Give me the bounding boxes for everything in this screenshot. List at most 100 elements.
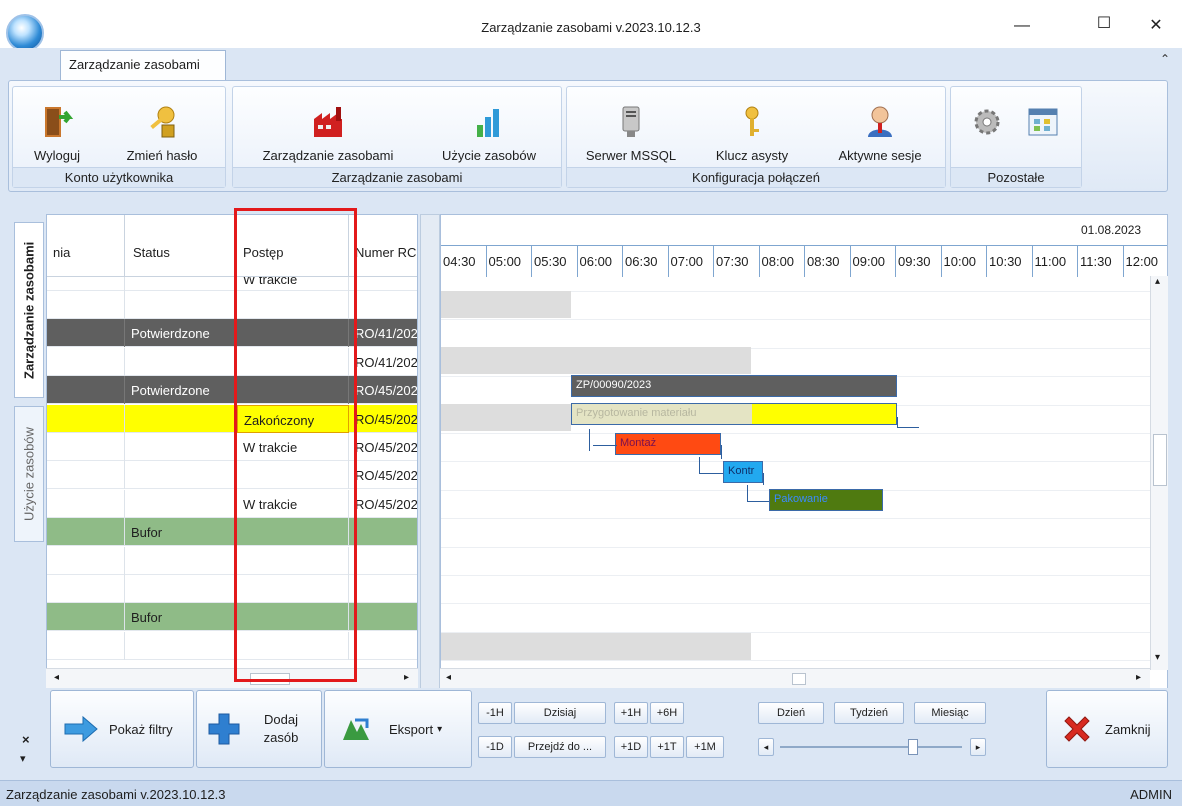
gantt-gridline: [441, 518, 1153, 520]
gantt-gridline: [441, 433, 1153, 434]
plus-1d-button[interactable]: +1D: [614, 736, 648, 758]
table-cell-col1: [47, 489, 125, 518]
column-header-nia[interactable]: nia: [47, 215, 125, 277]
gantt-vertical-scrollbar[interactable]: ▴ ▾: [1150, 276, 1168, 670]
add-resource-button[interactable]: Dodaj zasób: [196, 690, 322, 768]
side-dropdown-icon[interactable]: ▾: [20, 752, 26, 765]
close-window-button[interactable]: ✕: [1136, 12, 1176, 40]
active-sessions-button[interactable]: Aktywne sesje: [825, 105, 935, 163]
today-button[interactable]: Dzisiaj: [514, 702, 606, 724]
gantt-hscroll-thumb[interactable]: [792, 673, 806, 685]
maximize-button[interactable]: ☐: [1084, 10, 1124, 38]
gantt-connector: [699, 473, 723, 474]
minus-1h-button[interactable]: -1H: [478, 702, 512, 724]
gantt-bar-kontr[interactable]: Kontr: [723, 461, 763, 483]
calendar-window-icon: [1028, 108, 1058, 136]
assist-key-button[interactable]: Klucz asysty: [707, 105, 797, 163]
time-label: 09:00: [850, 245, 896, 277]
gantt-scroll-right-icon[interactable]: ▸: [1136, 672, 1141, 683]
logout-button[interactable]: Wyloguj: [27, 105, 87, 163]
table-row[interactable]: W trakcie RO/45/202: [47, 433, 417, 461]
column-header-numer[interactable]: Numer RC: [349, 215, 417, 277]
view-month-button[interactable]: Miesiąc: [914, 702, 986, 724]
gantt-connector: [593, 445, 617, 446]
calendar-window-button[interactable]: [1021, 105, 1065, 148]
plus-6h-button[interactable]: +6H: [650, 702, 684, 724]
zoom-in-icon[interactable]: ▸: [970, 738, 986, 756]
table-row[interactable]: RO/41/202: [47, 347, 417, 376]
export-button[interactable]: Eksport ▾: [324, 690, 472, 768]
scroll-up-icon[interactable]: ▴: [1155, 276, 1160, 287]
table-row[interactable]: [47, 575, 417, 603]
group-label-pozostale: Pozostałe: [951, 167, 1081, 187]
status-bar: Zarządzanie zasobami v.2023.10.12.3 ADMI…: [0, 780, 1182, 806]
table-row[interactable]: W trakcie RO/45/202: [47, 489, 417, 518]
resource-management-label: Zarządzanie zasobami: [262, 148, 394, 163]
table-cell-status: [125, 277, 237, 291]
table-cell-col1: [47, 631, 125, 660]
table-row[interactable]: Potwierdzone RO/45/202: [47, 376, 417, 405]
table-cell-col1: [47, 518, 125, 547]
status-left-text: Zarządzanie zasobami v.2023.10.12.3: [6, 787, 226, 802]
minimize-button[interactable]: —: [1002, 12, 1042, 40]
close-button[interactable]: Zamknij: [1046, 690, 1168, 768]
table-cell-numer: [349, 632, 417, 660]
column-header-status[interactable]: Status: [125, 215, 237, 277]
side-tab-zarzadzanie[interactable]: Zarządzanie zasobami: [14, 222, 44, 398]
scroll-down-icon[interactable]: ▾: [1155, 652, 1160, 663]
resource-management-button[interactable]: Zarządzanie zasobami: [243, 105, 413, 163]
grid-horizontal-scrollbar[interactable]: ◂ ▸: [46, 668, 418, 688]
side-close-icon[interactable]: ×: [22, 732, 30, 747]
time-label: 11:00: [1032, 245, 1078, 277]
mssql-server-button[interactable]: Serwer MSSQL: [581, 105, 681, 163]
minus-1d-button[interactable]: -1D: [478, 736, 512, 758]
change-password-button[interactable]: Zmień hasło: [117, 105, 207, 163]
view-week-button[interactable]: Tydzień: [834, 702, 904, 724]
plus-1h-button[interactable]: +1H: [614, 702, 648, 724]
show-filters-button[interactable]: Pokaż filtry: [50, 690, 194, 768]
table-cell-numer: [349, 291, 417, 319]
scroll-left-icon[interactable]: ◂: [54, 672, 59, 683]
ribbon-collapse-button[interactable]: ⌃: [1160, 52, 1170, 66]
table-row[interactable]: [47, 291, 417, 319]
scroll-right-icon[interactable]: ▸: [404, 672, 409, 683]
table-cell-numer: RO/45/202: [349, 433, 417, 461]
settings-button[interactable]: [965, 105, 1009, 148]
gantt-connector: [589, 429, 590, 451]
arrow-right-icon: [64, 715, 98, 743]
gantt-scroll-left-icon[interactable]: ◂: [446, 672, 451, 683]
logout-label: Wyloguj: [33, 148, 81, 163]
gantt-chart: 01.08.2023 04:30 05:00 05:30 06:00 06:30 07:0…: [440, 214, 1168, 690]
table-cell-col1: [47, 461, 125, 490]
pane-splitter[interactable]: [420, 214, 440, 690]
resource-usage-button[interactable]: Użycie zasobów: [429, 105, 549, 163]
zoom-slider[interactable]: ◂ ▸: [758, 738, 988, 756]
slider-thumb[interactable]: [908, 739, 918, 755]
table-row[interactable]: Bufor: [47, 603, 417, 632]
side-tab-uzycie[interactable]: Użycie zasobów: [14, 406, 44, 542]
table-row[interactable]: RO/45/202: [47, 461, 417, 490]
table-row[interactable]: [47, 546, 417, 575]
gantt-bar-montaz[interactable]: Montaż: [615, 433, 721, 455]
table-cell-col1: [47, 277, 125, 291]
gantt-bar-prep[interactable]: Przygotowanie materiału: [571, 403, 897, 425]
table-cell-col1: [47, 603, 125, 632]
table-row[interactable]: W trakcie: [47, 277, 417, 291]
table-row[interactable]: Potwierdzone RO/41/202: [47, 319, 417, 348]
gantt-horizontal-scrollbar[interactable]: ◂ ▸: [440, 668, 1150, 688]
plus-1m-button[interactable]: +1M: [686, 736, 724, 758]
plus-1t-button[interactable]: +1T: [650, 736, 684, 758]
view-day-button[interactable]: Dzień: [758, 702, 824, 724]
table-row[interactable]: [47, 631, 417, 660]
gantt-bar-order[interactable]: ZP/00090/2023: [571, 375, 897, 397]
resource-grid: nia Status Postęp Numer RC W trakcie Potw…: [46, 214, 418, 690]
zoom-out-icon[interactable]: ◂: [758, 738, 774, 756]
tab-zarzadzanie-zasobami[interactable]: Zarządzanie zasobami: [60, 50, 226, 80]
table-row[interactable]: Bufor: [47, 518, 417, 547]
table-row[interactable]: Zakończony RO/45/202: [47, 404, 417, 433]
gantt-bar-pakowanie[interactable]: Pakowanie: [769, 489, 883, 511]
table-cell-col1: [47, 347, 125, 376]
mssql-server-label: Serwer MSSQL: [585, 148, 677, 163]
go-to-button[interactable]: Przejdź do ...: [514, 736, 606, 758]
gantt-vscroll-thumb[interactable]: [1153, 434, 1167, 486]
